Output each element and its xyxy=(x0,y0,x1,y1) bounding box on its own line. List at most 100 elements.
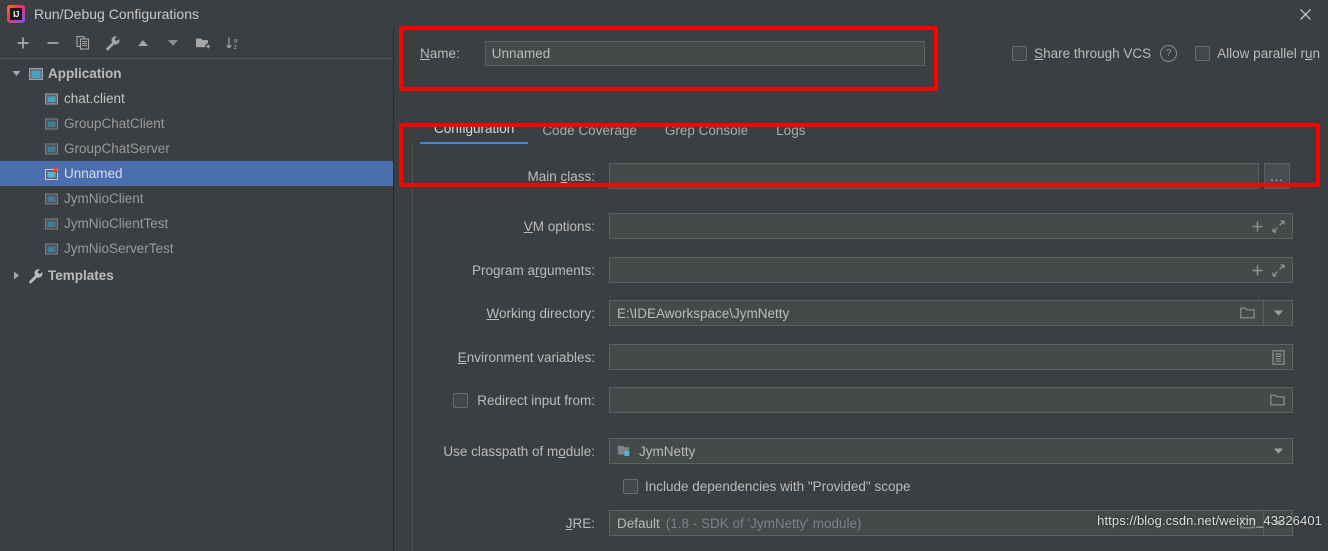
copy-configuration-button[interactable] xyxy=(68,30,98,56)
share-through-vcs-checkbox[interactable] xyxy=(1012,46,1028,61)
tree-item-unnamed[interactable]: Unnamed xyxy=(0,161,393,186)
list-edit-icon[interactable] xyxy=(1272,349,1285,365)
tab-logs[interactable]: Logs xyxy=(762,117,819,144)
window-title: Run/Debug Configurations xyxy=(34,6,199,22)
intellij-idea-logo-icon: IJ xyxy=(7,5,25,23)
run-config-error-icon xyxy=(44,166,60,182)
triangle-right-icon[interactable] xyxy=(8,271,24,280)
environment-variables-actions xyxy=(1264,349,1285,365)
header-options: Share through VCS ? Allow parallel run xyxy=(994,45,1328,62)
run-config-icon xyxy=(44,216,60,232)
main-class-browse-button[interactable]: ... xyxy=(1264,163,1290,189)
tree-item-jymnioclient[interactable]: JymNioClient xyxy=(0,186,393,211)
tab-grep-console[interactable]: Grep Console xyxy=(651,117,762,144)
tab-configuration[interactable]: Configuration xyxy=(420,115,529,144)
tree-item-chat-client[interactable]: chat.client xyxy=(0,86,393,111)
tree-item-groupchatserver[interactable]: GroupChatServer xyxy=(0,136,393,161)
tree-item-label: chat.client xyxy=(64,91,125,106)
share-through-vcs-option[interactable]: Share through VCS ? xyxy=(1012,45,1178,62)
program-arguments-input[interactable] xyxy=(609,257,1293,283)
main-class-input[interactable] xyxy=(609,163,1259,189)
tree-item-label: JymNioClient xyxy=(64,191,144,206)
move-up-button[interactable] xyxy=(128,30,158,56)
environment-variables-input[interactable] xyxy=(609,344,1293,370)
tree-item-jymnioclienttest[interactable]: JymNioClientTest xyxy=(0,211,393,236)
program-arguments-actions xyxy=(1243,263,1285,277)
redirect-input-label: Redirect input from: xyxy=(477,392,595,408)
tree-group-templates[interactable]: Templates xyxy=(0,263,393,288)
program-arguments-row: Program arguments: xyxy=(413,257,1328,283)
configuration-editor-panel: Name: Share through VCS ? Allow parallel… xyxy=(395,28,1328,551)
add-configuration-button[interactable] xyxy=(8,30,38,56)
tree-group-application[interactable]: Application xyxy=(0,61,393,86)
redirect-input-label-wrap: Redirect input from: xyxy=(413,392,609,408)
tree-item-jymnioservertest[interactable]: JymNioServerTest xyxy=(0,236,393,261)
allow-parallel-run-checkbox[interactable] xyxy=(1195,46,1211,61)
configurations-toolbar: a z xyxy=(0,28,393,58)
tree-item-groupchatclient[interactable]: GroupChatClient xyxy=(0,111,393,136)
redirect-input-checkbox[interactable] xyxy=(453,392,469,408)
plus-icon[interactable] xyxy=(1251,264,1264,277)
main-class-row: Main class: ... xyxy=(413,163,1328,189)
name-input[interactable] xyxy=(484,41,925,66)
run-config-icon xyxy=(44,116,60,132)
run-config-icon xyxy=(44,141,60,157)
environment-variables-label: Environment variables: xyxy=(457,349,595,365)
expand-icon[interactable] xyxy=(1272,219,1285,233)
jre-label: JRE: xyxy=(565,515,595,531)
include-provided-scope-checkbox[interactable] xyxy=(623,479,638,494)
folder-icon[interactable] xyxy=(1270,393,1285,407)
share-through-vcs-label: Share through VCS xyxy=(1034,46,1152,61)
remove-configuration-button[interactable] xyxy=(38,30,68,56)
edit-templates-button[interactable] xyxy=(98,30,128,56)
configurations-panel: a z Application chat.client GroupChatCli… xyxy=(0,28,394,551)
triangle-down-icon[interactable] xyxy=(8,69,24,78)
use-classpath-of-module-combo[interactable]: JymNetty xyxy=(609,438,1293,464)
tree-item-label: GroupChatServer xyxy=(64,141,170,156)
run-config-icon xyxy=(44,191,60,207)
include-provided-scope-row[interactable]: Include dependencies with "Provided" sco… xyxy=(623,479,911,494)
use-classpath-of-module-label: Use classpath of module: xyxy=(443,443,595,459)
working-directory-actions xyxy=(1232,301,1292,325)
tree-group-label: Application xyxy=(48,66,122,81)
title-bar: IJ Run/Debug Configurations xyxy=(0,0,1328,28)
chevron-down-icon[interactable] xyxy=(1263,301,1292,325)
name-label: Name: xyxy=(420,46,460,61)
environment-variables-row: Environment variables: xyxy=(413,344,1328,370)
folder-icon[interactable] xyxy=(1240,306,1263,320)
redirect-input-row: Redirect input from: xyxy=(413,387,1328,413)
question-mark-icon[interactable]: ? xyxy=(1160,45,1178,62)
tab-code-coverage[interactable]: Code Coverage xyxy=(528,117,651,144)
use-classpath-of-module-actions xyxy=(1256,439,1292,463)
working-directory-row: Working directory: E:\IDEAworkspace\JymN… xyxy=(413,300,1328,326)
tree-item-label: JymNioServerTest xyxy=(64,241,174,256)
vm-options-row: VM options: xyxy=(413,213,1328,239)
allow-parallel-run-option[interactable]: Allow parallel run xyxy=(1195,46,1320,61)
tree-item-label: GroupChatClient xyxy=(64,116,165,131)
use-classpath-of-module-value: JymNetty xyxy=(639,443,696,459)
working-directory-input[interactable]: E:\IDEAworkspace\JymNetty xyxy=(609,300,1293,326)
create-folder-button[interactable] xyxy=(188,30,218,56)
ellipsis-icon: ... xyxy=(1270,168,1284,184)
sort-configurations-button[interactable]: a z xyxy=(218,30,248,56)
csdn-watermark: https://blog.csdn.net/weixin_43326401 xyxy=(1097,513,1322,528)
program-arguments-label: Program arguments: xyxy=(471,262,595,278)
move-down-button[interactable] xyxy=(158,30,188,56)
module-icon xyxy=(617,444,632,458)
configuration-form: Main class: ... VM options: Program argu… xyxy=(412,145,1328,551)
jre-value-hint: (1.8 - SDK of 'JymNetty' module) xyxy=(665,515,862,531)
plus-icon[interactable] xyxy=(1251,220,1264,233)
jre-value: Default xyxy=(617,515,660,531)
chevron-down-icon[interactable] xyxy=(1264,439,1292,463)
close-icon[interactable] xyxy=(1282,0,1328,28)
run-config-icon xyxy=(44,241,60,257)
redirect-input-field[interactable] xyxy=(609,387,1293,413)
configurations-tree[interactable]: Application chat.client GroupChatClient … xyxy=(0,58,393,551)
expand-icon[interactable] xyxy=(1272,263,1285,277)
tree-item-label: JymNioClientTest xyxy=(64,216,169,231)
run-config-icon xyxy=(44,91,60,107)
vm-options-input[interactable] xyxy=(609,213,1293,239)
allow-parallel-run-label: Allow parallel run xyxy=(1217,46,1320,61)
svg-text:z: z xyxy=(233,44,236,51)
working-directory-value: E:\IDEAworkspace\JymNetty xyxy=(617,305,790,321)
